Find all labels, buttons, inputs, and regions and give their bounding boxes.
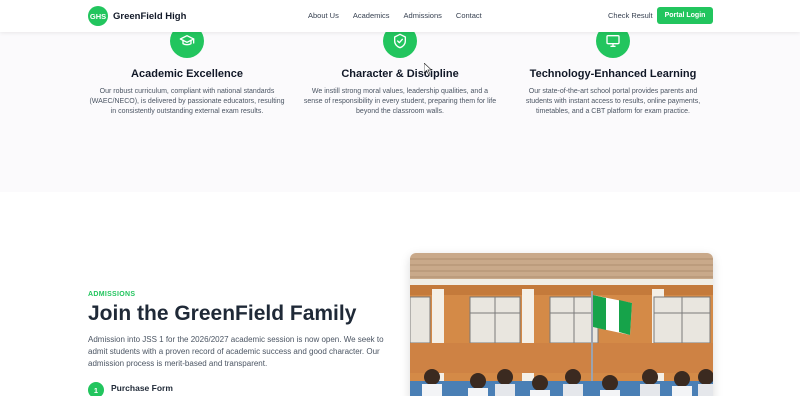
mouse-cursor-icon <box>423 62 433 80</box>
feature-description: We instill strong moral values, leadersh… <box>303 88 497 115</box>
admissions-description: Admission into JSS 1 for the 2026/2027 a… <box>88 335 384 368</box>
step-label: Purchase Form <box>111 383 173 393</box>
admissions-title: Join the GreenField Family <box>88 302 357 325</box>
logo[interactable]: GHS GreenField High <box>88 6 186 26</box>
feature-technology-learning: Technology-Enhanced Learning Our state-o… <box>515 24 711 117</box>
feature-title: Academic Excellence <box>131 68 243 80</box>
feature-academic-excellence: Academic Excellence Our robust curriculu… <box>89 24 285 117</box>
feature-title: Character & Discipline <box>341 68 459 80</box>
brand-name: GreenField High <box>113 10 187 22</box>
section-tag: ADMISSIONS <box>88 291 136 298</box>
nav-academics[interactable]: Academics <box>353 11 390 20</box>
nav-contact[interactable]: Contact <box>456 11 482 20</box>
logo-badge: GHS <box>88 6 108 26</box>
portal-login-button[interactable]: Portal Login <box>657 7 713 24</box>
feature-title: Technology-Enhanced Learning <box>529 68 697 80</box>
nav-admissions[interactable]: Admissions <box>404 11 442 20</box>
feature-description: Our robust curriculum, compliant with na… <box>89 88 285 115</box>
site-header: GHS GreenField High About Us Academics A… <box>0 0 800 32</box>
main-nav: About Us Academics Admissions Contact <box>308 11 482 20</box>
students-photo <box>410 253 713 396</box>
admission-step: 1 Purchase Form <box>88 382 173 396</box>
step-number: 1 <box>88 382 104 396</box>
feature-description: Our state-of-the-art school portal provi… <box>525 88 701 115</box>
check-result-link[interactable]: Check Result <box>608 11 653 20</box>
nav-about-us[interactable]: About Us <box>308 11 339 20</box>
feature-character-discipline: Character & Discipline We instill strong… <box>302 24 498 117</box>
